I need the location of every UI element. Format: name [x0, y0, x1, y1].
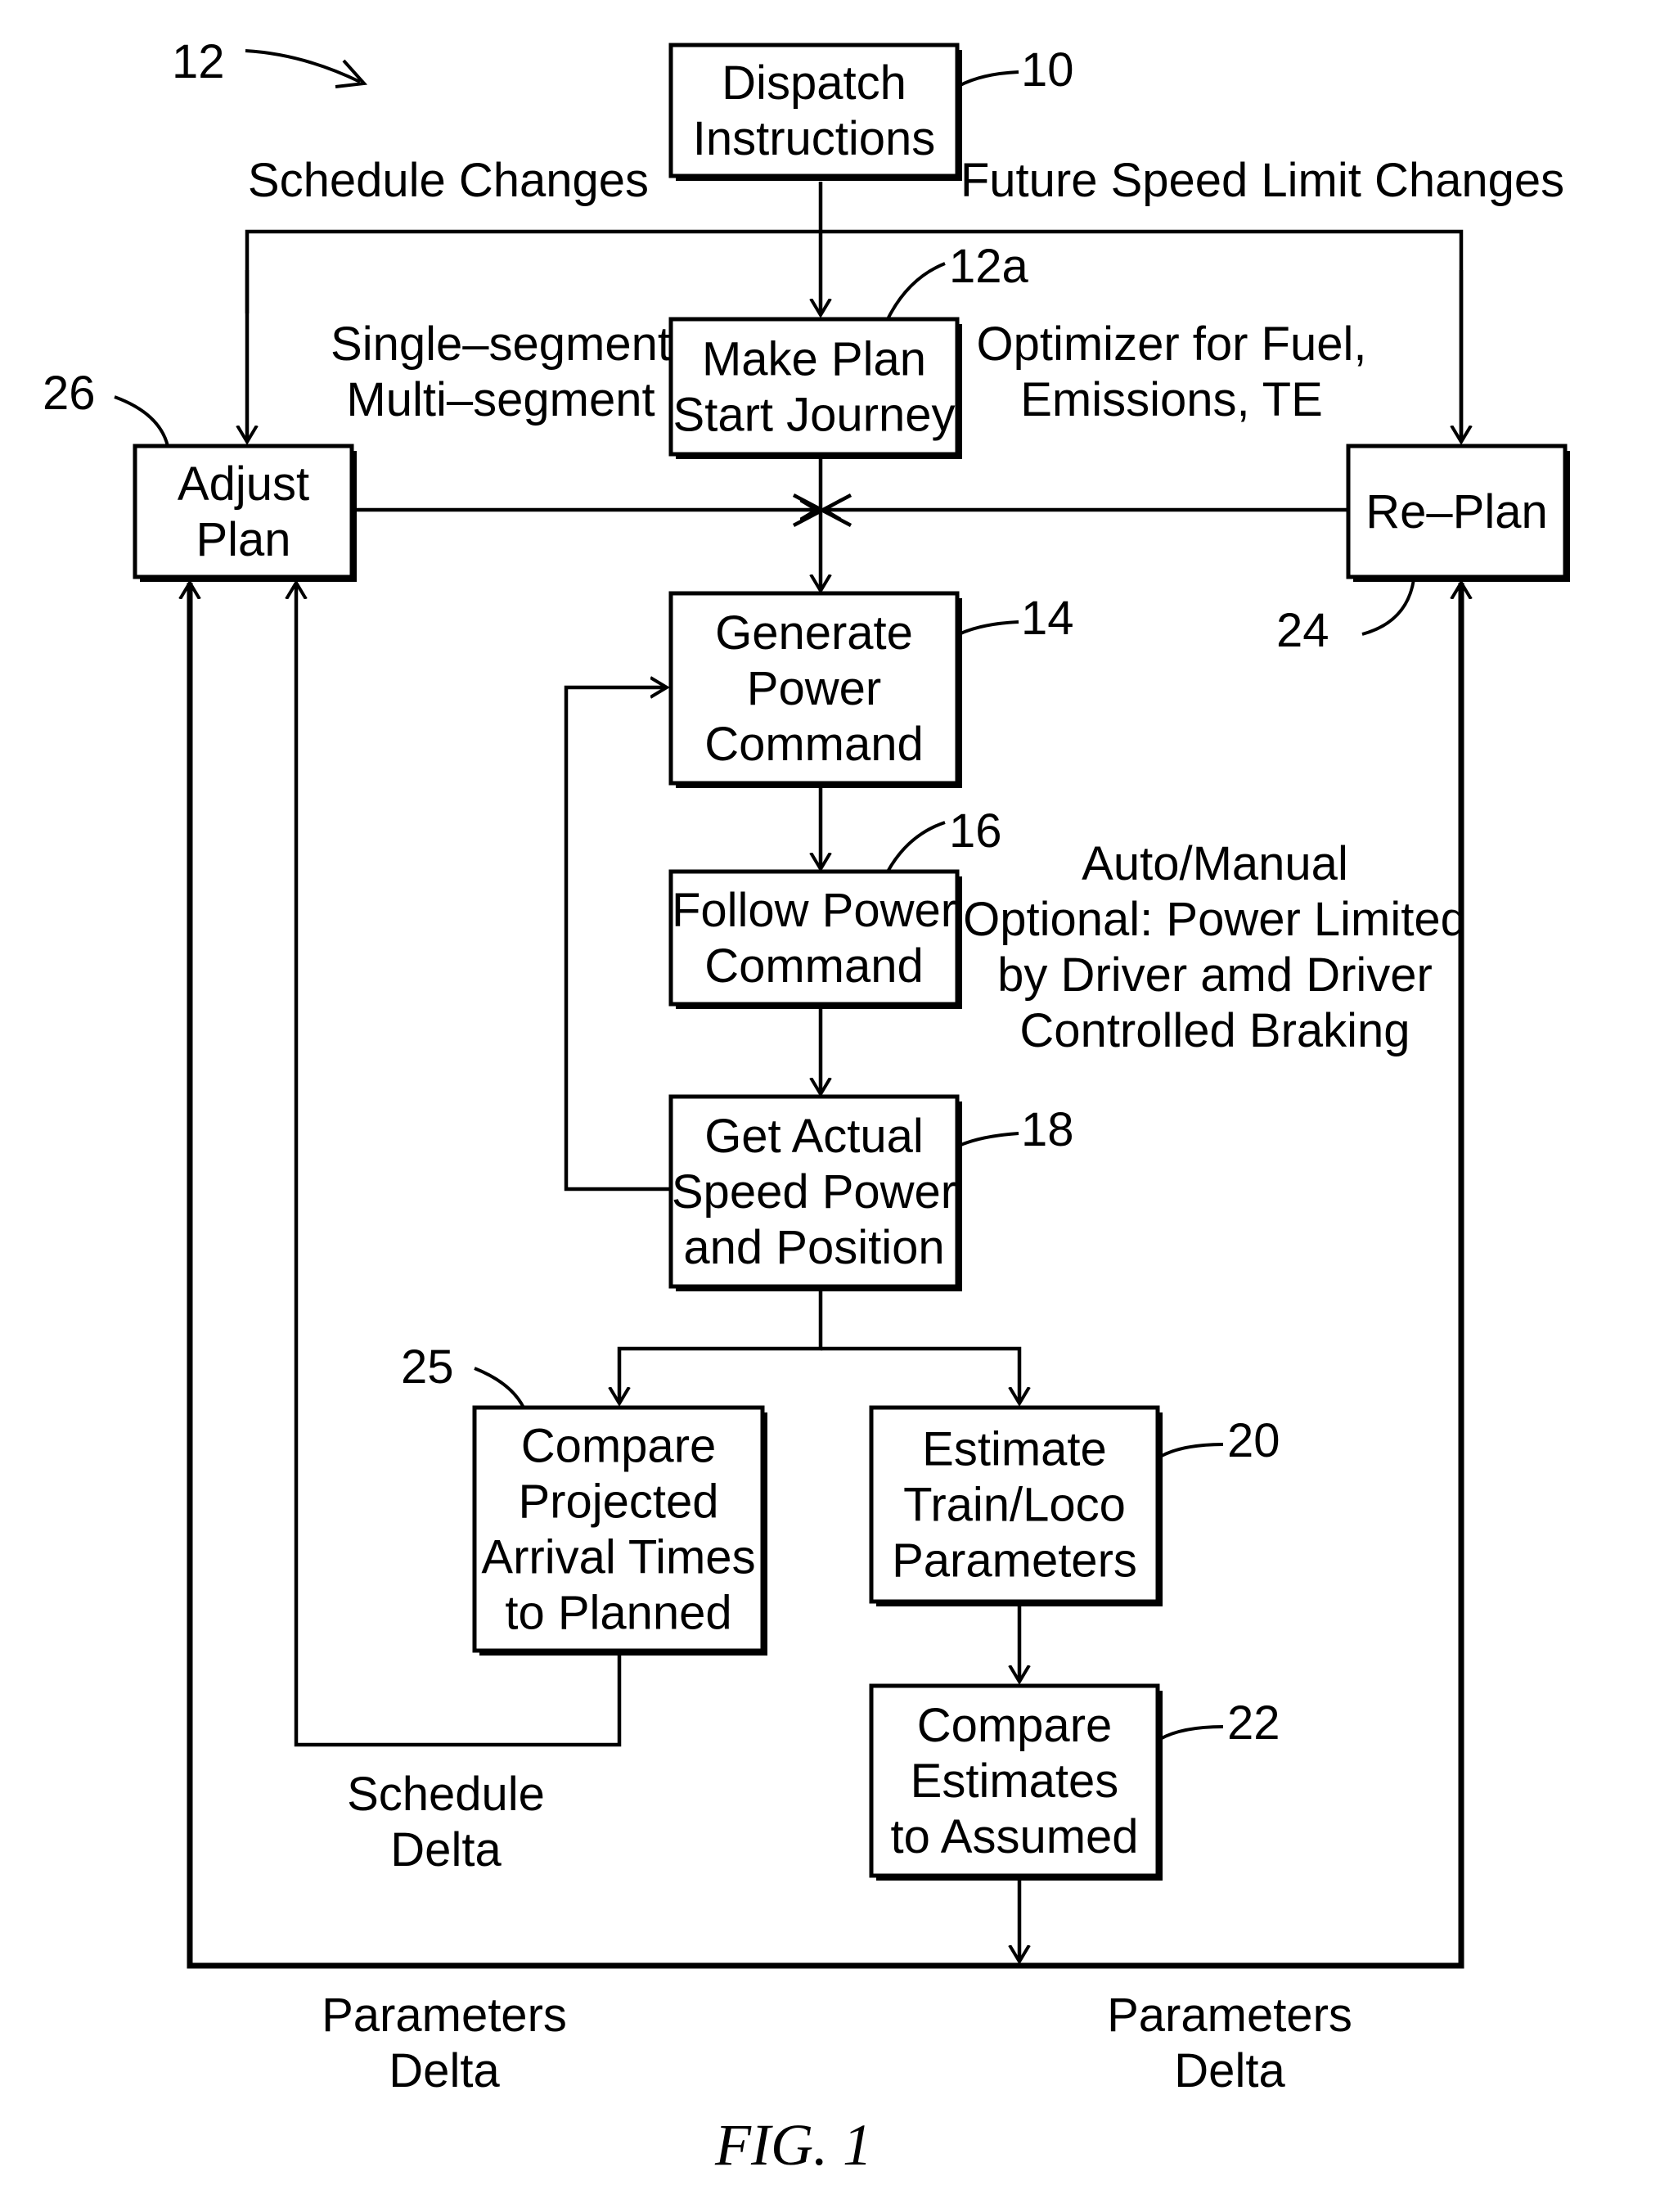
- figure-caption: FIG. 1: [714, 2112, 872, 2178]
- block-make-plan: Make PlanStart Journey 12a: [668, 240, 1029, 459]
- arrow-getactual-to-estimate: [821, 1346, 1019, 1403]
- block-label-line: Arrival Times: [481, 1531, 755, 1584]
- ref-leader-line: [1361, 579, 1415, 636]
- arrow-feedback-to-generate: [564, 687, 671, 1192]
- ref-12-arrow: [245, 49, 361, 83]
- ref-numeral-20: 20: [1227, 1414, 1280, 1467]
- ref-numeral-14: 14: [1021, 592, 1074, 645]
- label-parameters-delta-right-line1: Parameters: [1107, 1989, 1352, 2042]
- ref-leader-line: [886, 821, 946, 872]
- block-label-line: Make Plan: [702, 333, 926, 386]
- block-adjust-plan: AdjustPlan 26: [43, 367, 357, 582]
- block-label-line: to Planned: [505, 1587, 731, 1640]
- block-label-line: Compare: [521, 1420, 717, 1473]
- label-parameters-delta-left-line1: Parameters: [322, 1989, 567, 2042]
- ref-numeral-16: 16: [949, 804, 1002, 858]
- ref-numeral-12: 12: [172, 35, 225, 88]
- label-schedule-delta-line2: Delta: [390, 1823, 502, 1876]
- block-label-line: Generate: [715, 606, 913, 660]
- block-label-line: Compare: [917, 1699, 1113, 1752]
- ref-numeral-24: 24: [1276, 604, 1329, 657]
- label-auto-manual-line4: Controlled Braking: [1019, 1004, 1410, 1057]
- ref-leader-line: [1159, 1443, 1224, 1458]
- block-label-line: Start Journey: [673, 389, 956, 442]
- block-label-line: Get Actual: [704, 1110, 924, 1163]
- block-label-line: Command: [704, 718, 924, 771]
- ref-leader-line: [1159, 1725, 1224, 1741]
- ref-numeral-25: 25: [401, 1340, 454, 1394]
- ref-numeral-12a: 12a: [949, 240, 1029, 293]
- label-parameters-delta-left-line2: Delta: [389, 2044, 500, 2097]
- block-label-line: Estimate: [922, 1423, 1107, 1476]
- block-label-line: Command: [704, 939, 924, 993]
- block-label-line: Parameters: [892, 1534, 1137, 1588]
- label-parameters-delta-right-line2: Delta: [1174, 2044, 1285, 2097]
- label-multi-segment: Multi–segment: [346, 373, 655, 426]
- block-label-line: Instructions: [693, 112, 936, 165]
- block-label-line: Power: [747, 662, 881, 715]
- ref-leader-line: [958, 620, 1019, 636]
- ref-leader-line: [886, 262, 946, 320]
- block-get-actual: Get ActualSpeed Powerand Position 18: [668, 1094, 1074, 1291]
- block-label-line: Re–Plan: [1365, 485, 1547, 538]
- label-auto-manual-line1: Auto/Manual: [1082, 837, 1348, 890]
- label-auto-manual-line3: by Driver amd Driver: [997, 948, 1433, 1002]
- block-label-line: Train/Loco: [903, 1479, 1126, 1532]
- ref-numeral-26: 26: [43, 367, 96, 420]
- label-future-speed-limit-changes: Future Speed Limit Changes: [960, 154, 1564, 207]
- block-label-line: Speed Power: [672, 1165, 956, 1219]
- ref-leader-line: [474, 1367, 525, 1408]
- label-schedule-changes: Schedule Changes: [248, 154, 649, 207]
- label-single-segment: Single–segment: [331, 318, 671, 371]
- ref-numeral-18: 18: [1021, 1103, 1074, 1156]
- block-estimate: EstimateTrain/LocoParameters 20: [869, 1405, 1280, 1606]
- block-compare-estimates: CompareEstimatesto Assumed 22: [869, 1683, 1280, 1881]
- label-optimizer-line1: Optimizer for Fuel,: [977, 318, 1367, 371]
- block-compare-projected: CompareProjectedArrival Timesto Planned 2…: [401, 1340, 767, 1656]
- block-generate-power: GeneratePowerCommand 14: [668, 591, 1074, 788]
- block-label-line: Adjust: [178, 457, 309, 511]
- arrow-getactual-to-compare-projected: [619, 1291, 823, 1403]
- block-label-line: Estimates: [911, 1755, 1119, 1808]
- block-label-line: Follow Power: [672, 884, 956, 937]
- flowchart-diagram: 12 DispatchInstructions 10 Make PlanStart …: [43, 35, 1570, 2178]
- ref-numeral-10: 10: [1021, 43, 1074, 97]
- block-follow-power: Follow PowerCommand 16: [668, 804, 1002, 1009]
- block-label-line: Projected: [518, 1475, 718, 1529]
- label-optimizer-line2: Emissions, TE: [1020, 373, 1323, 426]
- block-label-line: Dispatch: [722, 56, 906, 110]
- ref-leader-line: [114, 395, 169, 447]
- ref-numeral-22: 22: [1227, 1696, 1280, 1750]
- block-re-plan: Re–Plan 24: [1276, 444, 1570, 657]
- label-schedule-delta-line1: Schedule: [347, 1768, 545, 1821]
- block-label-line: Plan: [196, 513, 290, 566]
- ref-leader-line: [958, 70, 1019, 88]
- block-label-line: to Assumed: [890, 1810, 1138, 1863]
- block-label-line: and Position: [683, 1221, 944, 1274]
- ref-leader-line: [958, 1132, 1019, 1147]
- label-auto-manual-line2: Optional: Power Limited: [963, 893, 1467, 946]
